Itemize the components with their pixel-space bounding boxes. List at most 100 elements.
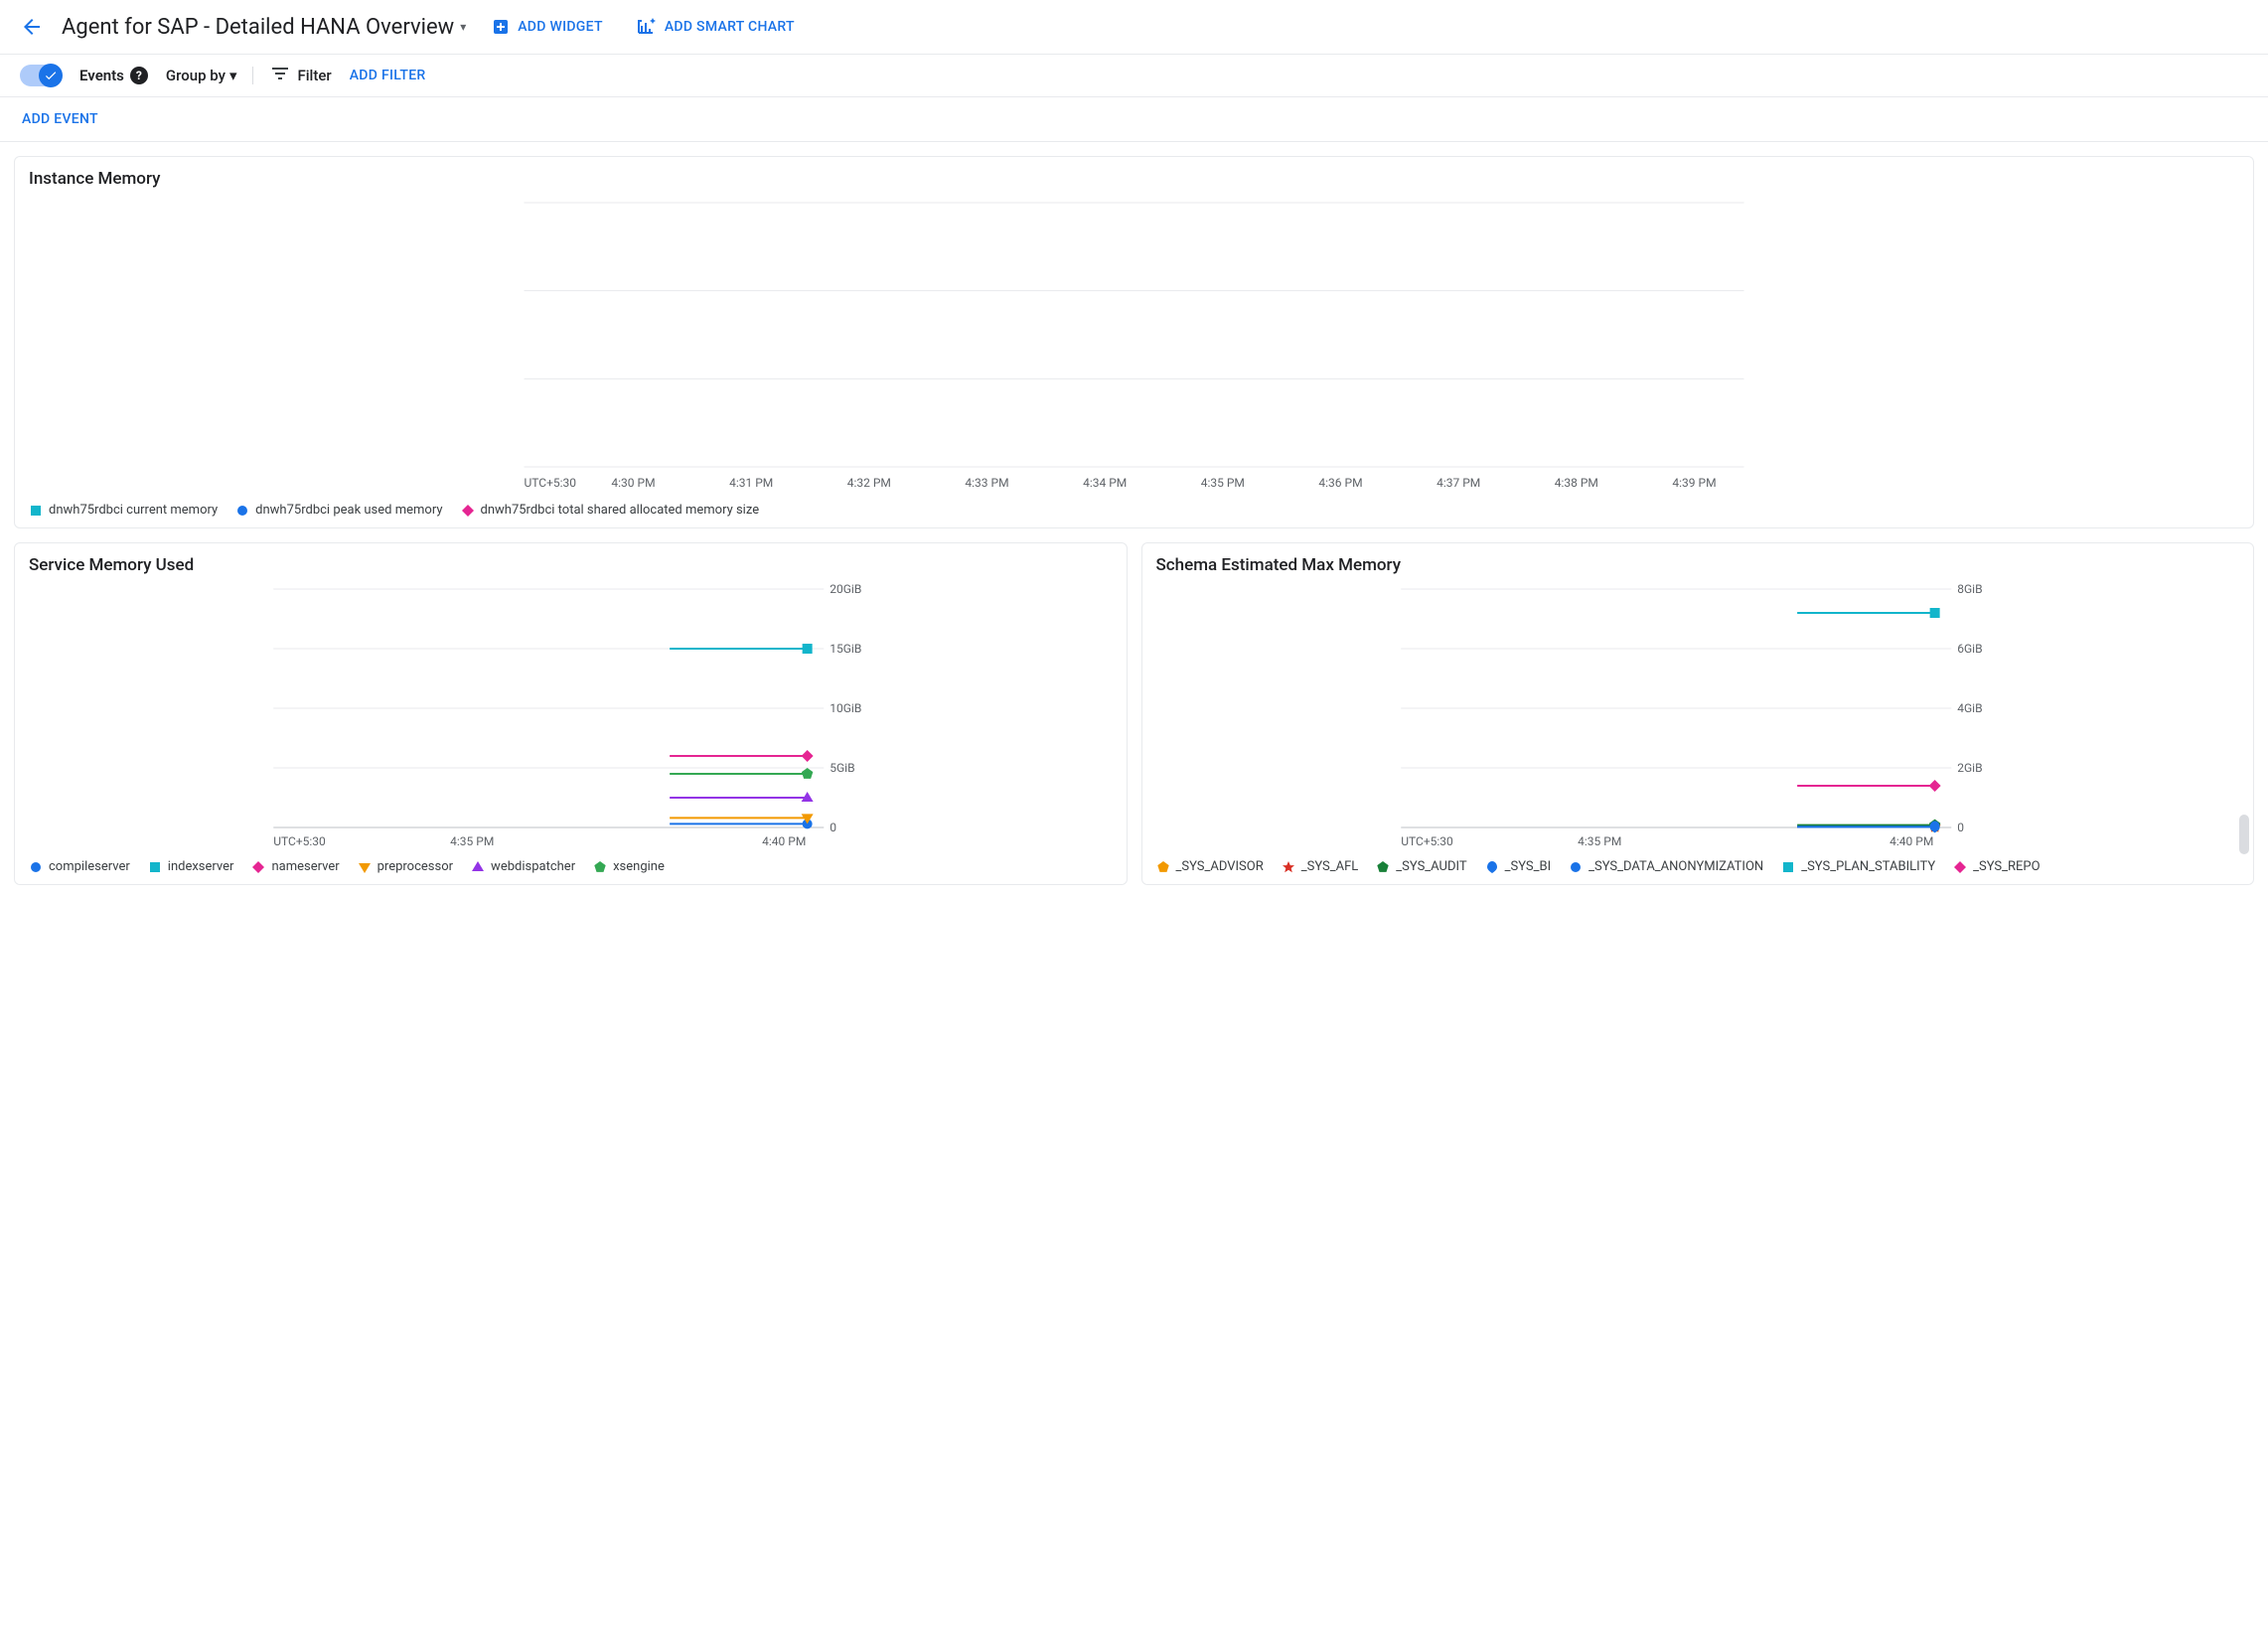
svg-text:4:40 PM: 4:40 PM xyxy=(762,834,806,848)
svg-text:4:36 PM: 4:36 PM xyxy=(1318,476,1362,490)
chart-instance-memory[interactable]: 4:30 PM4:31 PM4:32 PM4:33 PM4:34 PM4:35 … xyxy=(29,197,2239,495)
svg-text:0: 0 xyxy=(830,821,836,834)
legend-label: _SYS_AUDIT xyxy=(1396,859,1466,874)
panel-title: Schema Estimated Max Memory xyxy=(1156,555,2240,575)
add-smart-chart-button[interactable]: ADD SMART CHART xyxy=(629,12,803,42)
legend-item[interactable]: dnwh75rdbci current memory xyxy=(29,503,218,518)
toggle-knob xyxy=(39,64,63,87)
legend-label: dnwh75rdbci peak used memory xyxy=(255,503,442,518)
legend-item[interactable]: indexserver xyxy=(148,859,234,874)
legend-item[interactable]: _SYS_AUDIT xyxy=(1376,859,1466,874)
legend-item[interactable]: webdispatcher xyxy=(471,859,575,874)
legend-item[interactable]: dnwh75rdbci peak used memory xyxy=(235,503,442,518)
svg-text:10GiB: 10GiB xyxy=(830,701,861,715)
legend-label: _SYS_REPO xyxy=(1973,859,2040,874)
legend-service-memory: compileserver indexserver nameserver prepro… xyxy=(29,851,1113,874)
add-smart-chart-label: ADD SMART CHART xyxy=(665,19,795,35)
legend-item[interactable]: _SYS_PLAN_STABILITY xyxy=(1781,859,1935,874)
panel-instance-memory: Instance Memory 4:30 PM4:31 PM4:32 PM4:3… xyxy=(14,156,2254,528)
svg-text:5GiB: 5GiB xyxy=(830,761,854,775)
legend-label: _SYS_PLAN_STABILITY xyxy=(1801,859,1935,874)
legend-label: compileserver xyxy=(49,859,130,874)
svg-text:4:30 PM: 4:30 PM xyxy=(611,476,655,490)
events-toggle[interactable] xyxy=(20,65,62,86)
legend-marker-icon xyxy=(1376,860,1390,874)
legend-item[interactable]: _SYS_REPO xyxy=(1953,859,2040,874)
legend-item[interactable]: _SYS_ADVISOR xyxy=(1156,859,1264,874)
add-smart-chart-icon xyxy=(637,18,657,36)
svg-text:4:34 PM: 4:34 PM xyxy=(1083,476,1127,490)
title-dropdown-icon[interactable]: ▾ xyxy=(460,20,466,34)
legend-label: dnwh75rdbci total shared allocated memor… xyxy=(481,503,760,518)
group-by-label: Group by xyxy=(166,67,226,84)
add-widget-button[interactable]: ADD WIDGET xyxy=(484,12,611,42)
svg-text:4:35 PM: 4:35 PM xyxy=(450,834,494,848)
legend-marker-icon xyxy=(471,860,485,874)
group-by-dropdown[interactable]: Group by ▾ xyxy=(166,67,254,84)
legend-marker-icon xyxy=(29,504,43,518)
svg-text:4:31 PM: 4:31 PM xyxy=(729,476,773,490)
legend-item[interactable]: preprocessor xyxy=(358,859,453,874)
legend-marker-icon xyxy=(29,860,43,874)
events-text: Events xyxy=(79,67,124,84)
chart-schema-max[interactable]: 02GiB4GiB6GiB8GiB4:35 PM4:40 PMUTC+5:30 xyxy=(1156,583,2240,851)
svg-text:UTC+5:30: UTC+5:30 xyxy=(273,834,326,848)
filter-button[interactable]: Filter xyxy=(271,67,331,84)
legend-label: _SYS_BI xyxy=(1505,859,1552,874)
filter-label: Filter xyxy=(297,67,331,84)
svg-text:2GiB: 2GiB xyxy=(1957,761,1982,775)
legend-label: _SYS_AFL xyxy=(1301,859,1359,874)
legend-marker-icon xyxy=(1781,860,1795,874)
back-arrow-icon[interactable] xyxy=(20,15,44,39)
svg-text:15GiB: 15GiB xyxy=(830,642,861,656)
chevron-down-icon: ▾ xyxy=(229,67,237,84)
legend-instance-memory: dnwh75rdbci current memory dnwh75rdbci pe… xyxy=(29,495,2239,518)
legend-marker-icon xyxy=(235,504,249,518)
legend-marker-icon xyxy=(1156,860,1170,874)
svg-text:4:35 PM: 4:35 PM xyxy=(1201,476,1245,490)
svg-text:4:35 PM: 4:35 PM xyxy=(1578,834,1621,848)
legend-item[interactable]: compileserver xyxy=(29,859,130,874)
dashboard-content: Instance Memory 4:30 PM4:31 PM4:32 PM4:3… xyxy=(0,142,2268,899)
legend-label: xsengine xyxy=(613,859,665,874)
header-bar: Agent for SAP - Detailed HANA Overview ▾… xyxy=(0,0,2268,55)
svg-text:4:37 PM: 4:37 PM xyxy=(1436,476,1480,490)
svg-text:0: 0 xyxy=(1957,821,1964,834)
page-title-text: Agent for SAP - Detailed HANA Overview xyxy=(62,15,454,40)
legend-label: nameserver xyxy=(271,859,339,874)
legend-item[interactable]: _SYS_DATA_ANONYMIZATION xyxy=(1569,859,1763,874)
panel-title: Service Memory Used xyxy=(29,555,1113,575)
legend-marker-icon xyxy=(593,860,607,874)
help-icon[interactable]: ? xyxy=(130,67,148,84)
add-filter-button[interactable]: ADD FILTER xyxy=(350,68,426,83)
svg-text:4:39 PM: 4:39 PM xyxy=(1672,476,1716,490)
svg-text:UTC+5:30: UTC+5:30 xyxy=(525,476,577,490)
legend-label: _SYS_DATA_ANONYMIZATION xyxy=(1588,859,1763,874)
legend-label: preprocessor xyxy=(378,859,453,874)
legend-marker-icon xyxy=(461,504,475,518)
legend-item[interactable]: _SYS_BI xyxy=(1485,859,1552,874)
legend-item[interactable]: dnwh75rdbci total shared allocated memor… xyxy=(461,503,760,518)
legend-marker-icon xyxy=(1485,860,1499,874)
legend-item[interactable]: _SYS_AFL xyxy=(1282,859,1359,874)
legend-marker-icon xyxy=(148,860,162,874)
svg-text:4:38 PM: 4:38 PM xyxy=(1555,476,1598,490)
chart-service-memory[interactable]: 05GiB10GiB15GiB20GiB4:35 PM4:40 PMUTC+5:… xyxy=(29,583,1113,851)
legend-schema-max: _SYS_ADVISOR _SYS_AFL _SYS_AUDIT _SYS_BI _SY… xyxy=(1156,851,2240,874)
svg-text:8GiB: 8GiB xyxy=(1957,583,1982,596)
legend-marker-icon xyxy=(1953,860,1967,874)
add-event-button[interactable]: ADD EVENT xyxy=(0,97,2268,142)
page-title[interactable]: Agent for SAP - Detailed HANA Overview ▾ xyxy=(62,15,466,40)
panel-schema-max: Schema Estimated Max Memory 02GiB4GiB6Gi… xyxy=(1141,542,2255,885)
svg-text:4:40 PM: 4:40 PM xyxy=(1890,834,1933,848)
legend-item[interactable]: nameserver xyxy=(251,859,339,874)
legend-marker-icon xyxy=(358,860,372,874)
svg-text:4GiB: 4GiB xyxy=(1957,701,1982,715)
panel-title: Instance Memory xyxy=(29,169,2239,189)
filter-icon xyxy=(271,67,289,84)
panel-scrollbar[interactable] xyxy=(2239,815,2249,854)
legend-marker-icon xyxy=(1569,860,1583,874)
add-widget-label: ADD WIDGET xyxy=(518,19,603,35)
legend-item[interactable]: xsengine xyxy=(593,859,665,874)
svg-text:UTC+5:30: UTC+5:30 xyxy=(1401,834,1453,848)
